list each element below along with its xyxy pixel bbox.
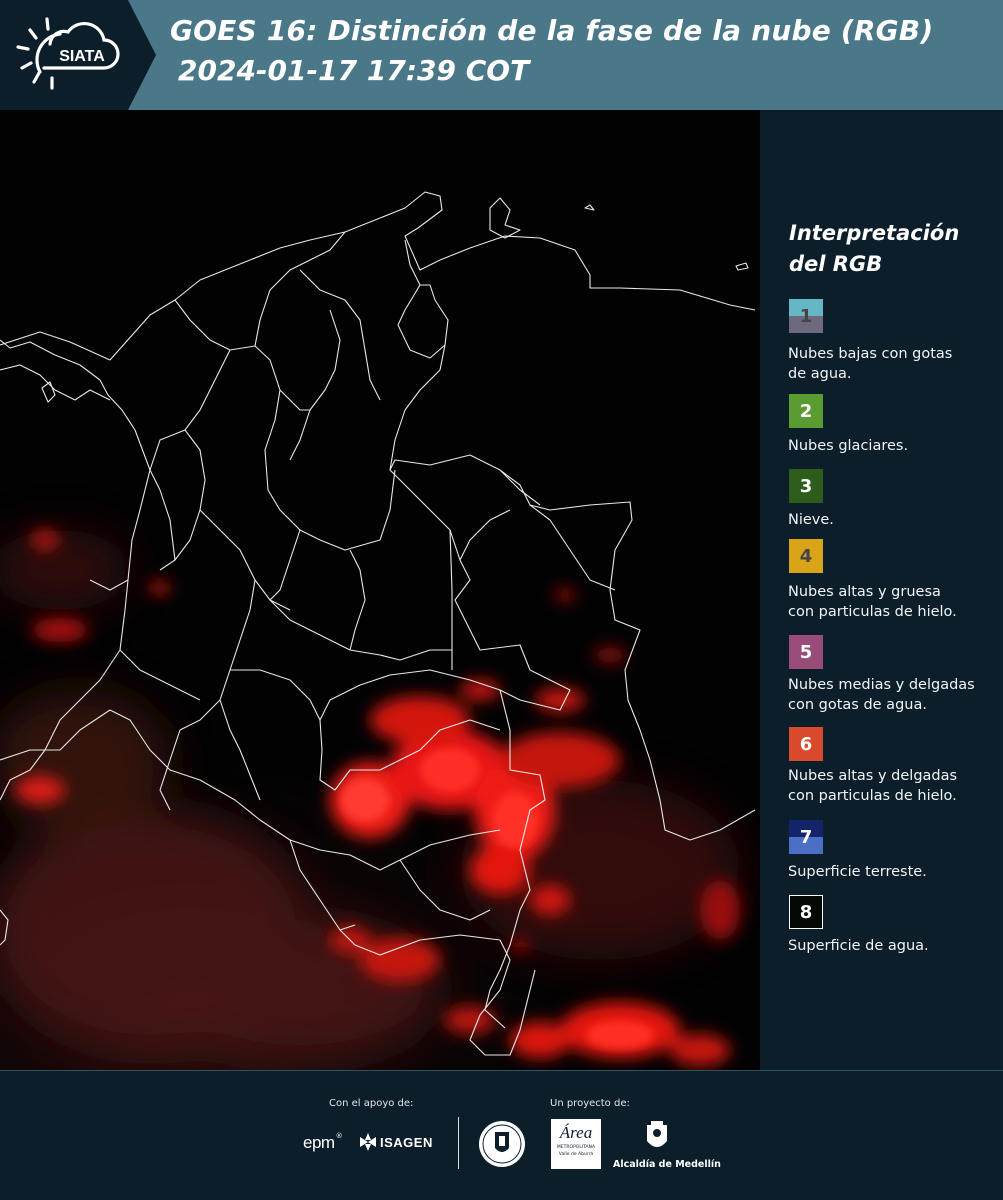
legend-label-1: Nubes bajas con gotas de agua.	[788, 344, 998, 384]
legend-number-7: 7	[799, 826, 813, 848]
legend-label-5-line1: Nubes medias y delgadas	[788, 677, 975, 693]
legend-label-5: Nubes medias y delgadas con gotas de agu…	[788, 675, 998, 715]
area-logo-sub2: Valle de Aburrá	[558, 1152, 594, 1157]
alcaldia-label: Alcaldía de Medellín	[613, 1159, 721, 1170]
legend-swatch-1: 1	[789, 299, 823, 333]
epm-logo-text: epm	[303, 1133, 335, 1152]
project-caption: Un proyecto de:	[550, 1098, 630, 1109]
legend-number-2: 2	[799, 400, 813, 422]
legend-label-4: Nubes altas y gruesa con particulas de h…	[788, 582, 998, 622]
university-seal	[478, 1118, 526, 1170]
legend-label-2-line1: Nubes glaciares.	[788, 438, 909, 454]
legend-panel: Interpretación del RGB 1 Nubes bajas con…	[760, 110, 1003, 1070]
legend-label-3-line1: Nieve.	[788, 512, 834, 528]
registered-mark-icon: ®	[335, 1132, 343, 1140]
legend-swatch-4: 4	[789, 539, 823, 573]
isagen-logo: ISAGEN	[358, 1133, 433, 1151]
legend-label-6-line1: Nubes altas y delgadas	[788, 768, 958, 784]
legend-label-6: Nubes altas y delgadas con particulas de…	[788, 766, 998, 806]
legend-label-3: Nieve.	[788, 510, 998, 530]
footer: Con el apoyo de: Un proyecto de: epm ® I…	[0, 1070, 1003, 1200]
legend-number-4: 4	[799, 545, 813, 567]
legend-label-2: Nubes glaciares.	[788, 436, 998, 456]
legend-number-5: 5	[799, 641, 813, 663]
page-title: GOES 16: Distinción de la fase de la nub…	[170, 14, 934, 47]
legend-label-5-line2: con gotas de agua.	[788, 697, 927, 713]
legend-title-line1: Interpretación	[789, 221, 960, 245]
legend-swatch-5: 5	[789, 635, 823, 669]
legend-label-8-line1: Superficie de agua.	[788, 938, 929, 954]
legend-swatch-6: 6	[789, 727, 823, 761]
legend-swatch-7: 7	[789, 820, 823, 854]
page-subtitle-timestamp: 2024-01-17 17:39 COT	[178, 54, 530, 87]
epm-logo: epm ®	[303, 1132, 343, 1153]
logo-text: SIATA	[59, 48, 105, 65]
legend-label-4-line1: Nubes altas y gruesa	[788, 584, 941, 600]
legend-label-8: Superficie de agua.	[788, 936, 998, 956]
satellite-map	[0, 110, 760, 1070]
area-logo-text: Área	[559, 1123, 593, 1142]
legend-number-3: 3	[799, 475, 813, 497]
area-logo-sub1: METROPOLITANA	[556, 1145, 596, 1150]
legend-swatch-3: 3	[789, 469, 823, 503]
header: SIATA GOES 16: Distinción de la fase de …	[0, 0, 1003, 110]
legend-number-8: 8	[799, 901, 813, 923]
isagen-logo-text: ISAGEN	[380, 1134, 433, 1150]
legend-label-1-line1: Nubes bajas con gotas	[788, 346, 953, 362]
area-metropolitana-logo: Área METROPOLITANA Valle de Aburrá	[551, 1119, 601, 1169]
legend-title: Interpretación del RGB	[789, 218, 989, 280]
legend-swatch-2: 2	[789, 394, 823, 428]
legend-label-7-line1: Superficie terreste.	[788, 864, 927, 880]
isagen-mark-icon	[360, 1133, 376, 1151]
footer-divider	[458, 1117, 459, 1169]
legend-number-6: 6	[799, 733, 813, 755]
legend-number-1: 1	[799, 305, 813, 327]
alcaldia-shield-icon	[645, 1119, 669, 1155]
legend-label-7: Superficie terreste.	[788, 862, 998, 882]
legend-title-line2: del RGB	[789, 252, 883, 276]
legend-label-1-line2: de agua.	[788, 366, 852, 382]
support-caption: Con el apoyo de:	[329, 1098, 414, 1109]
legend-label-4-line2: con particulas de hielo.	[788, 604, 957, 620]
legend-label-6-line2: con particulas de hielo.	[788, 788, 957, 804]
siata-logo: SIATA	[0, 0, 160, 110]
legend-swatch-8: 8	[789, 895, 823, 929]
